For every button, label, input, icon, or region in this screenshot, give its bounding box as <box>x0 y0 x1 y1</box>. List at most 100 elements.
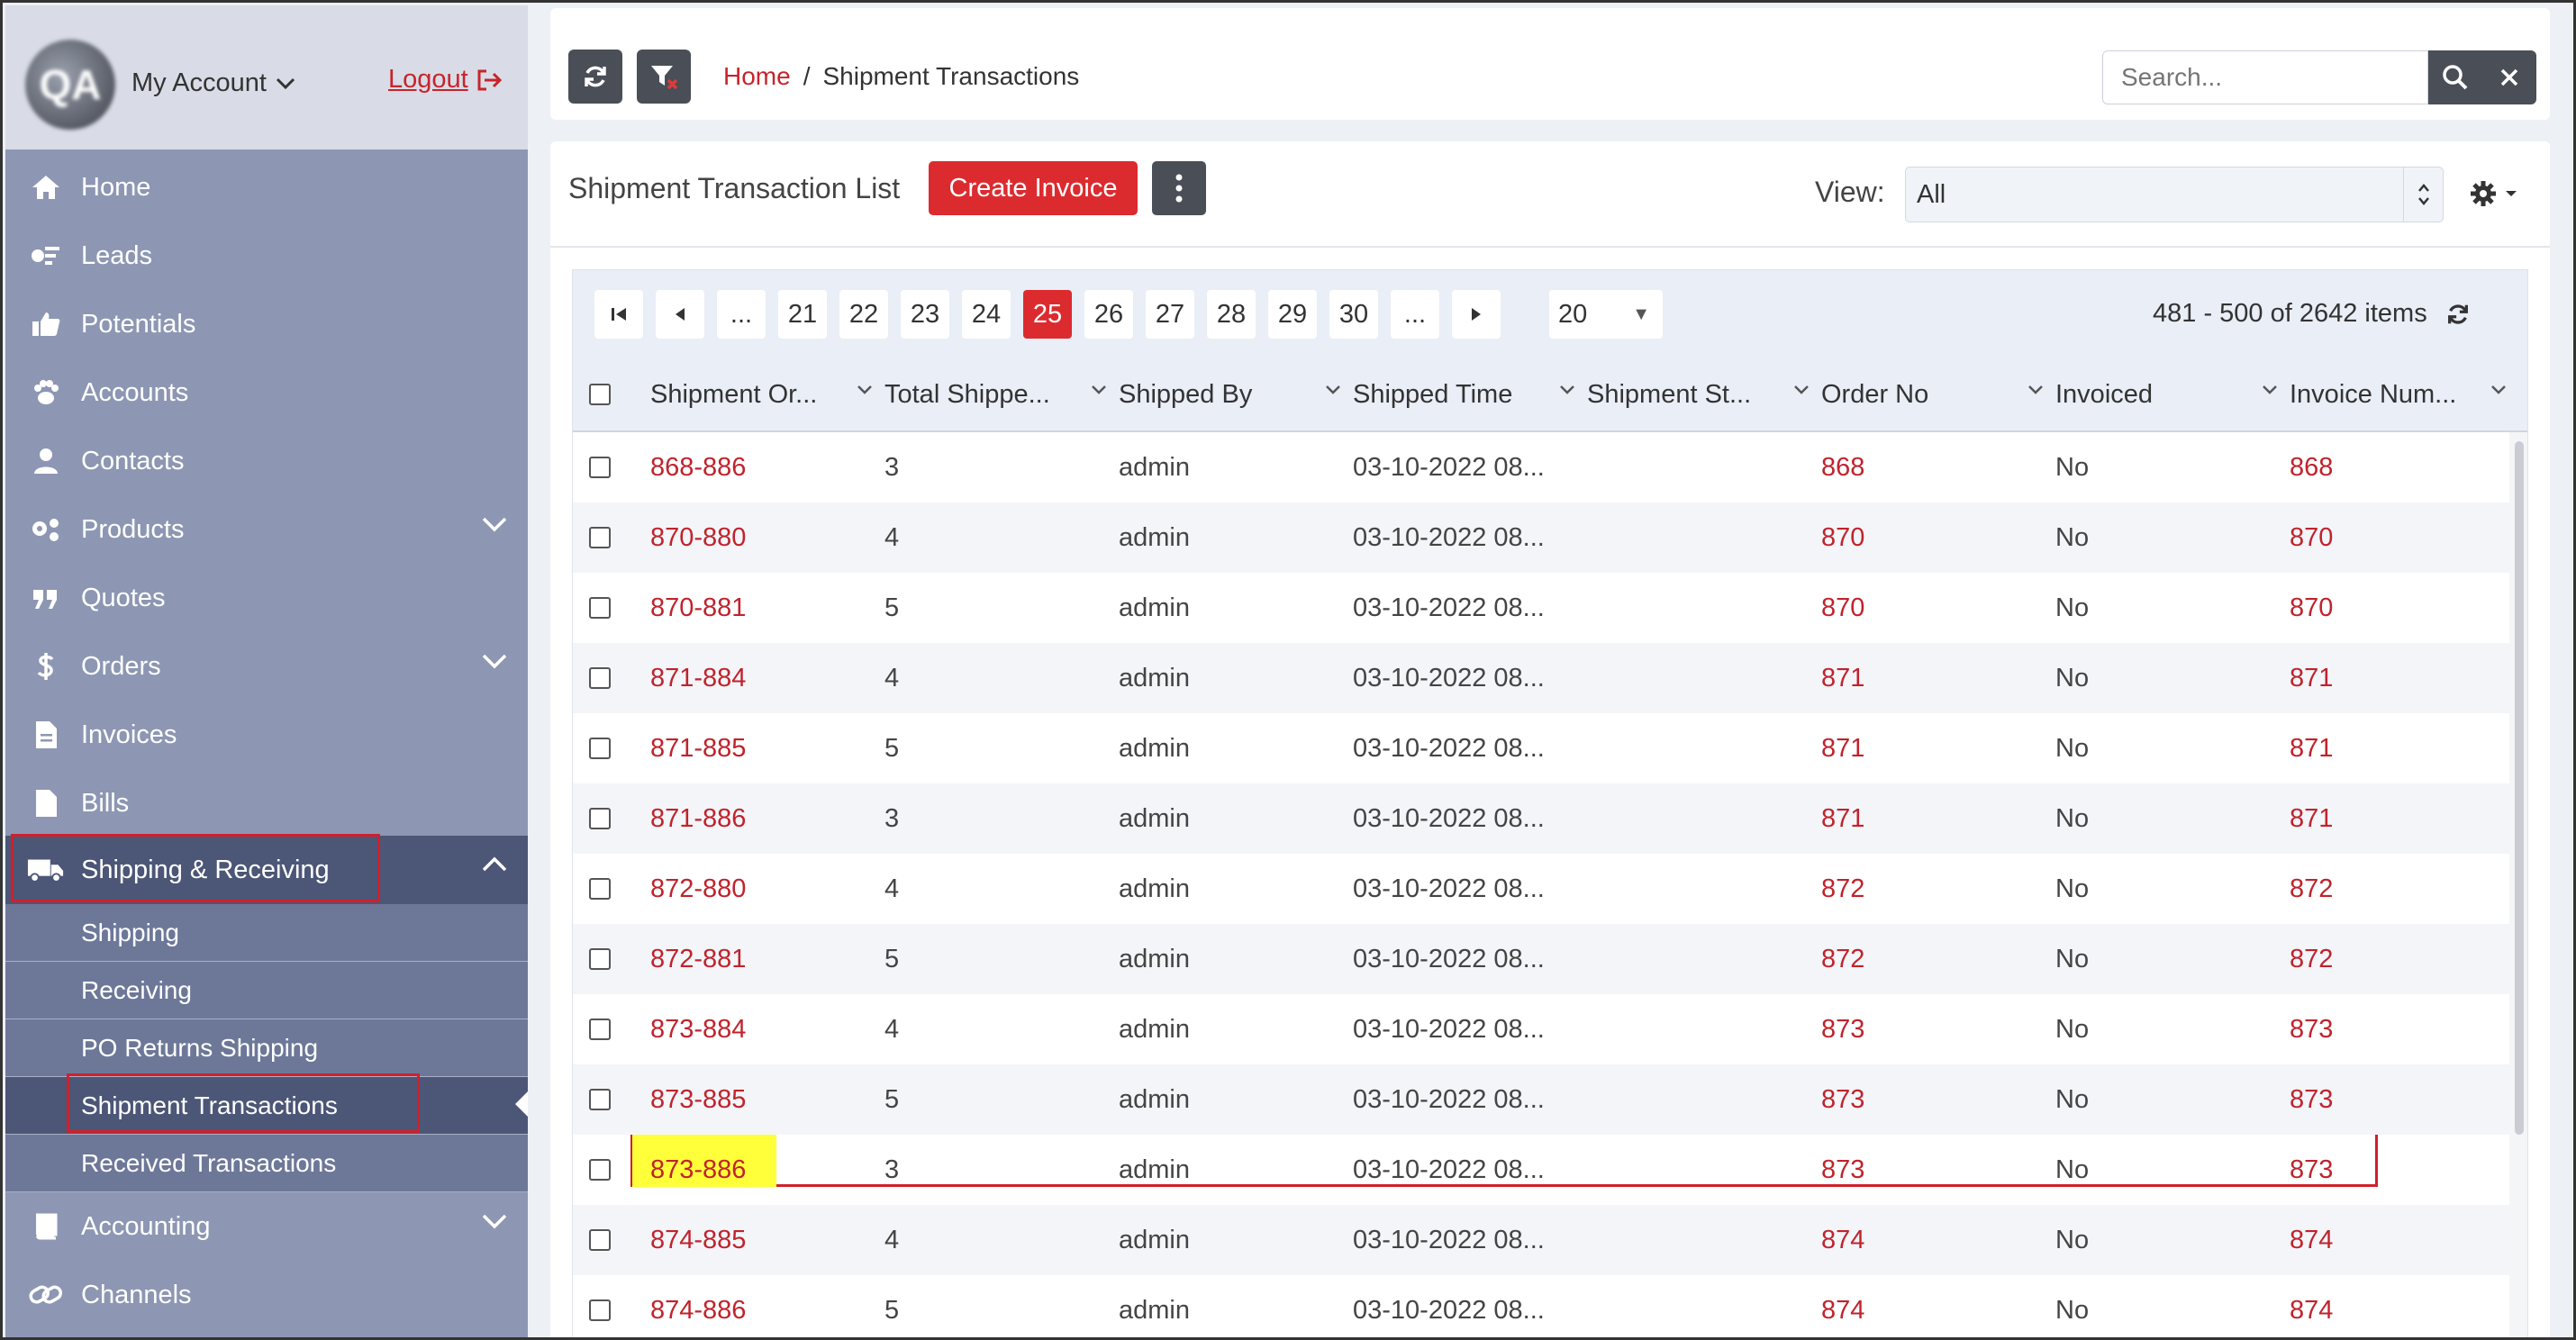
sidebar-item-contacts[interactable]: Contacts <box>5 427 528 495</box>
submenu-item-received-transactions[interactable]: Received Transactions <box>5 1135 528 1192</box>
view-select[interactable]: All <box>1905 167 2444 222</box>
table-row[interactable]: 872-880 4 admin 03-10-2022 08... 872 No 872 <box>573 854 2509 924</box>
table-row[interactable]: 871-884 4 admin 03-10-2022 08... 871 No 871 <box>573 643 2509 713</box>
cell-order-no[interactable]: 872 <box>1821 854 1864 924</box>
sidebar-item-quotes[interactable]: Quotes <box>5 564 528 632</box>
cell-invoice-number[interactable]: 871 <box>2290 713 2333 783</box>
cell-shipment-order[interactable]: 873-885 <box>650 1064 746 1135</box>
cell-order-no[interactable]: 871 <box>1821 643 1864 713</box>
cell-invoice-number[interactable]: 870 <box>2290 502 2333 573</box>
table-row[interactable]: 872-881 5 admin 03-10-2022 08... 872 No 872 <box>573 924 2509 994</box>
table-row[interactable]: 868-886 3 admin 03-10-2022 08... 868 No 868 <box>573 432 2509 502</box>
chevron-down-icon[interactable] <box>481 1212 508 1230</box>
row-checkbox[interactable] <box>589 1299 611 1321</box>
table-row[interactable]: 870-880 4 admin 03-10-2022 08... 870 No 870 <box>573 502 2509 573</box>
cell-shipment-order[interactable]: 872-881 <box>650 924 746 994</box>
sidebar-item-invoices[interactable]: Invoices <box>5 701 528 769</box>
row-checkbox[interactable] <box>589 457 611 478</box>
clear-search-button[interactable] <box>2482 50 2536 104</box>
more-actions-button[interactable] <box>1152 161 1206 215</box>
cell-invoice-number[interactable]: 873 <box>2290 994 2333 1064</box>
cell-shipment-order[interactable]: 871-886 <box>650 783 746 854</box>
cell-order-no[interactable]: 871 <box>1821 783 1864 854</box>
row-checkbox[interactable] <box>589 1089 611 1110</box>
table-row[interactable]: 874-886 5 admin 03-10-2022 08... 874 No 874 <box>573 1275 2509 1337</box>
table-row[interactable]: 873-884 4 admin 03-10-2022 08... 873 No 873 <box>573 994 2509 1064</box>
chevron-up-icon[interactable] <box>481 856 508 874</box>
cell-invoice-number[interactable]: 871 <box>2290 783 2333 854</box>
table-row[interactable]: 873-886 3 admin 03-10-2022 08... 873 No 873 <box>573 1135 2509 1205</box>
cell-shipped-time: 03-10-2022 08... <box>1353 1084 1545 1114</box>
cell-shipment-order[interactable]: 871-885 <box>650 713 746 783</box>
cell-order-no[interactable]: 870 <box>1821 573 1864 643</box>
row-checkbox[interactable] <box>589 1229 611 1251</box>
table-row[interactable]: 871-885 5 admin 03-10-2022 08... 871 No 871 <box>573 713 2509 783</box>
row-checkbox[interactable] <box>589 948 611 970</box>
cell-shipment-order[interactable]: 871-884 <box>650 643 746 713</box>
cell-shipment-order[interactable]: 868-886 <box>650 432 746 502</box>
cell-order-no[interactable]: 870 <box>1821 502 1864 573</box>
row-checkbox[interactable] <box>589 597 611 619</box>
sidebar-item-bills[interactable]: Bills <box>5 769 528 838</box>
cell-invoice-number[interactable]: 873 <box>2290 1135 2333 1205</box>
chevron-down-icon[interactable] <box>481 515 508 533</box>
row-checkbox-cell <box>589 573 611 643</box>
avatar[interactable]: QA <box>25 40 115 130</box>
cell-invoice-number[interactable]: 870 <box>2290 573 2333 643</box>
sidebar-item-products[interactable]: Products <box>5 495 528 564</box>
cell-invoice-number[interactable]: 871 <box>2290 643 2333 713</box>
cell-invoice-number[interactable]: 868 <box>2290 432 2333 502</box>
row-checkbox[interactable] <box>589 738 611 759</box>
chevron-down-icon[interactable] <box>481 652 508 670</box>
sidebar-item-home[interactable]: Home <box>5 153 528 222</box>
table-row[interactable]: 873-885 5 admin 03-10-2022 08... 873 No 873 <box>573 1064 2509 1135</box>
sidebar-item-leads[interactable]: Leads <box>5 222 528 290</box>
sidebar-item-accounts[interactable]: Accounts <box>5 358 528 427</box>
logout-link[interactable]: Logout <box>388 65 503 95</box>
sidebar-item-orders[interactable]: Orders <box>5 632 528 701</box>
refresh-button[interactable] <box>568 50 622 104</box>
search-input[interactable] <box>2102 50 2428 104</box>
table-row[interactable]: 870-881 5 admin 03-10-2022 08... 870 No 870 <box>573 573 2509 643</box>
create-invoice-button[interactable]: Create Invoice <box>929 161 1138 215</box>
cell-order-no[interactable]: 872 <box>1821 924 1864 994</box>
cell-invoice-number[interactable]: 874 <box>2290 1275 2333 1337</box>
clear-filter-button[interactable] <box>637 50 691 104</box>
breadcrumb-home-link[interactable]: Home <box>723 62 791 91</box>
cell-shipment-order[interactable]: 870-880 <box>650 502 746 573</box>
cell-order-no[interactable]: 868 <box>1821 432 1864 502</box>
cell-order-no[interactable]: 871 <box>1821 713 1864 783</box>
row-checkbox[interactable] <box>589 1159 611 1181</box>
row-checkbox[interactable] <box>589 1019 611 1040</box>
cell-invoice-number[interactable]: 874 <box>2290 1205 2333 1275</box>
cell-order-no[interactable]: 873 <box>1821 994 1864 1064</box>
row-checkbox[interactable] <box>589 667 611 689</box>
table-row[interactable]: 871-886 3 admin 03-10-2022 08... 871 No 871 <box>573 783 2509 854</box>
submenu-item-po-returns-shipping[interactable]: PO Returns Shipping <box>5 1019 528 1077</box>
row-checkbox[interactable] <box>589 527 611 548</box>
sidebar-item-channels[interactable]: Channels <box>5 1261 528 1329</box>
cell-shipment-order[interactable]: 873-886 <box>650 1135 746 1205</box>
submenu-item-receiving[interactable]: Receiving <box>5 962 528 1019</box>
cell-shipment-order[interactable]: 874-885 <box>650 1205 746 1275</box>
cell-invoice-number[interactable]: 872 <box>2290 924 2333 994</box>
cell-order-no[interactable]: 874 <box>1821 1205 1864 1275</box>
sidebar-item-accounting[interactable]: Accounting <box>5 1192 528 1261</box>
cell-invoice-number[interactable]: 872 <box>2290 854 2333 924</box>
row-checkbox[interactable] <box>589 808 611 829</box>
cell-invoice-number[interactable]: 873 <box>2290 1064 2333 1135</box>
cell-order-no[interactable]: 873 <box>1821 1064 1864 1135</box>
cell-shipment-order[interactable]: 873-884 <box>650 994 746 1064</box>
cell-shipment-order[interactable]: 870-881 <box>650 573 746 643</box>
cell-order-no[interactable]: 874 <box>1821 1275 1864 1337</box>
cell-shipment-order[interactable]: 874-886 <box>650 1275 746 1337</box>
search-button[interactable] <box>2428 50 2482 104</box>
sidebar-item-potentials[interactable]: Potentials <box>5 290 528 358</box>
row-checkbox[interactable] <box>589 878 611 900</box>
table-row[interactable]: 874-885 4 admin 03-10-2022 08... 874 No 874 <box>573 1205 2509 1275</box>
my-account-menu[interactable]: My Account <box>132 68 295 98</box>
cell-order-no[interactable]: 873 <box>1821 1135 1864 1205</box>
grid-settings-button[interactable] <box>2469 179 2517 208</box>
cell-shipment-order[interactable]: 872-880 <box>650 854 746 924</box>
submenu-item-shipping[interactable]: Shipping <box>5 904 528 962</box>
